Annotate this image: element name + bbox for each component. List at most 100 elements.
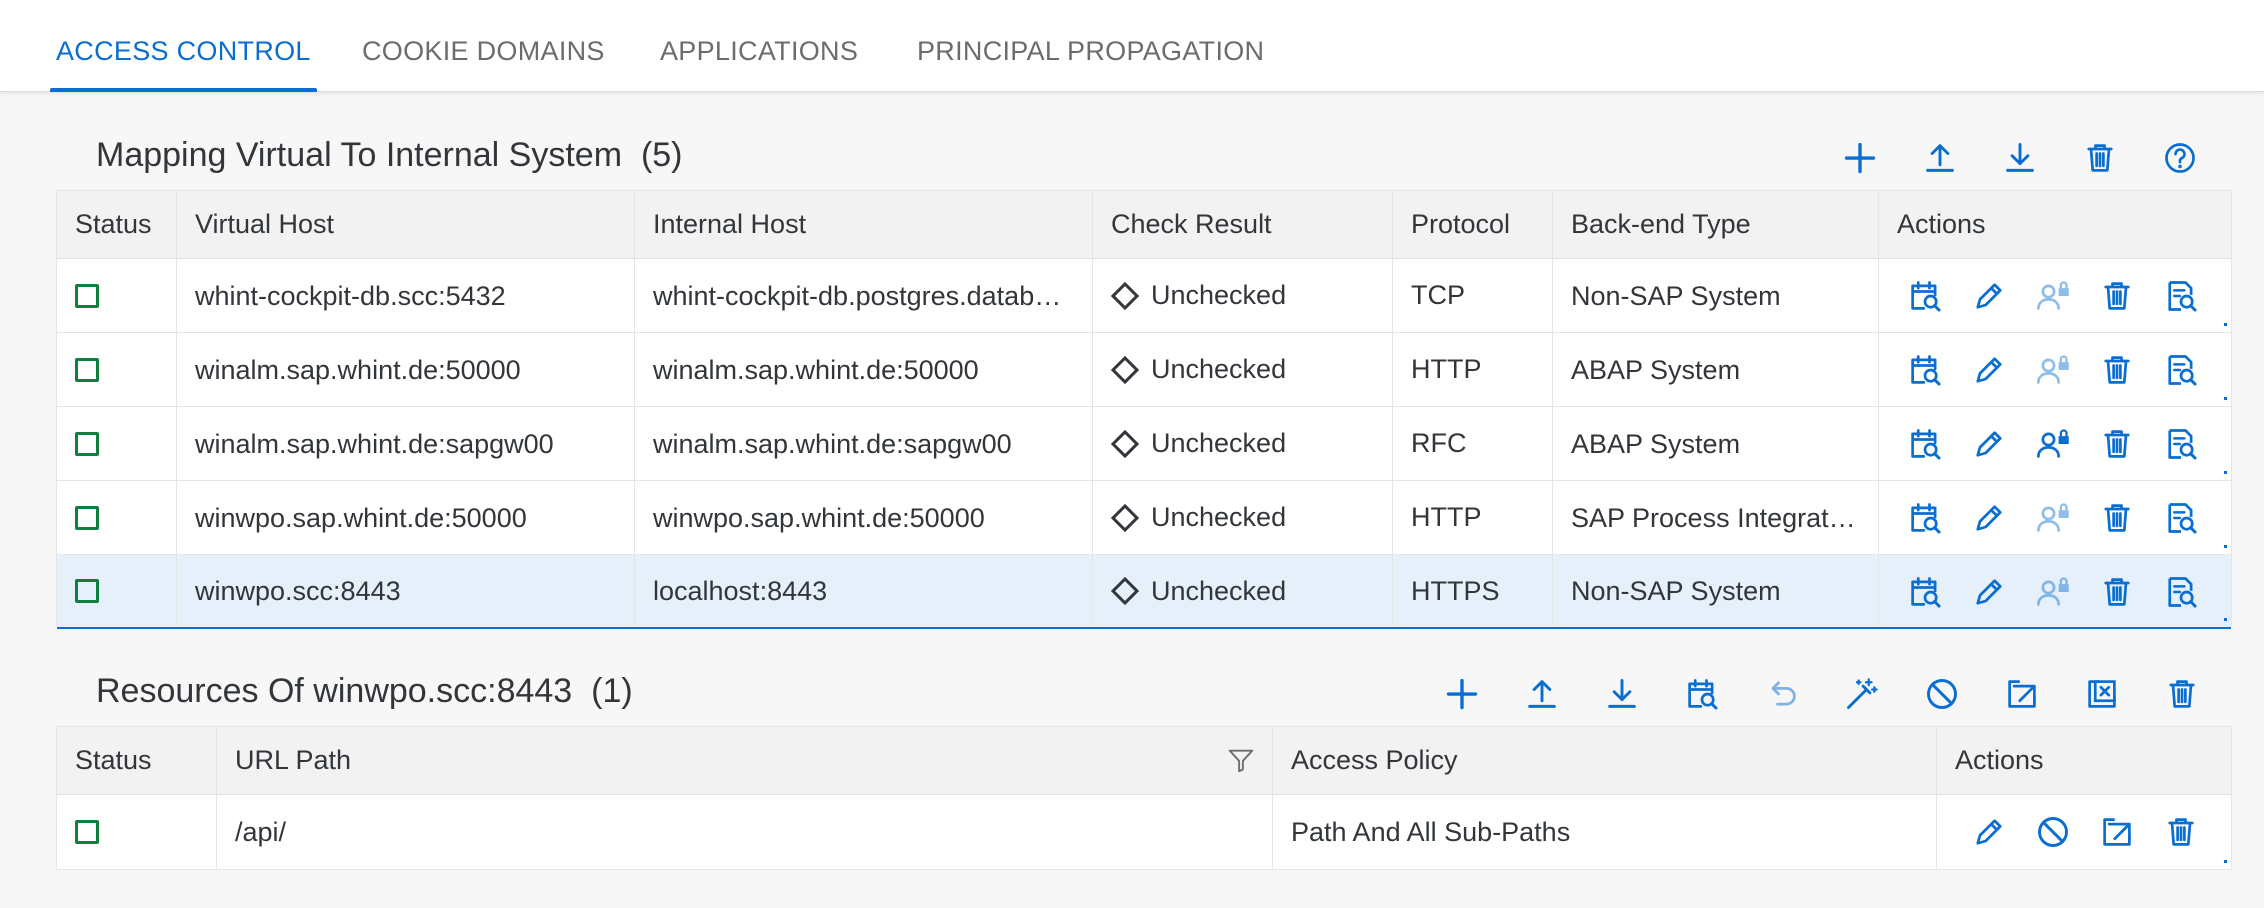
status-ok-icon xyxy=(75,820,99,844)
auto-resource-button[interactable] xyxy=(1838,670,1886,718)
disable-resource-button[interactable] xyxy=(2033,812,2073,852)
virtual-host-text: whint-cockpit-db.scc:5432 xyxy=(195,280,506,311)
help-button[interactable] xyxy=(2156,134,2204,182)
tab-applications[interactable]: APPLICATIONS xyxy=(660,36,858,92)
col-internal-host[interactable]: Internal Host xyxy=(635,191,1093,258)
check-availability-button[interactable] xyxy=(1905,424,1945,464)
open-resource-button[interactable] xyxy=(2097,812,2137,852)
virtual-host-cell: winwpo.sap.whint.de:50000 xyxy=(177,481,635,554)
check-result-text: Unchecked xyxy=(1151,575,1287,606)
col-access-policy[interactable]: Access Policy xyxy=(1273,727,1937,794)
status-cell xyxy=(57,795,217,869)
export-mapping-button[interactable] xyxy=(1996,134,2044,182)
col-check-result[interactable]: Check Result xyxy=(1093,191,1393,258)
disable-icon xyxy=(1924,676,1960,712)
table-row[interactable]: winwpo.scc:8443 localhost:8443 Unchecked HT… xyxy=(57,555,2231,629)
mapping-table-header: Status Virtual Host Internal Host Check … xyxy=(57,191,2231,259)
check-availability-icon xyxy=(1907,352,1943,388)
delete-all-resources-button[interactable] xyxy=(2158,670,2206,718)
edit-mapping-button[interactable] xyxy=(1969,572,2009,612)
principal-lock-icon xyxy=(2035,352,2071,388)
table-row[interactable]: winalm.sap.whint.de:sapgw00 winalm.sap.wh… xyxy=(57,407,2231,481)
delete-icon xyxy=(2099,278,2135,314)
backend-type-cell: Non-SAP System xyxy=(1553,555,1879,627)
add-icon xyxy=(1444,676,1480,712)
principal-lock-icon xyxy=(2035,500,2071,536)
delete-mapping-button[interactable] xyxy=(2097,498,2137,538)
open-external-icon xyxy=(2099,814,2135,850)
import-mapping-button[interactable] xyxy=(1916,134,1964,182)
download-icon xyxy=(2002,140,2038,176)
delete-mapping-button[interactable] xyxy=(2097,276,2137,316)
check-availability-button[interactable] xyxy=(1905,572,1945,612)
edit-icon xyxy=(1971,426,2007,462)
internal-host-text: winwpo.sap.whint.de:50000 xyxy=(653,502,985,533)
inspect-mapping-button[interactable] xyxy=(2161,498,2201,538)
internal-host-text: winalm.sap.whint.de:sapgw00 xyxy=(653,428,1012,459)
edit-mapping-button[interactable] xyxy=(1969,424,2009,464)
table-row[interactable]: whint-cockpit-db.scc:5432 whint-cockpit-d… xyxy=(57,259,2231,333)
delete-resource-button[interactable] xyxy=(2161,812,2201,852)
delete-icon xyxy=(2082,140,2118,176)
inspect-icon xyxy=(2163,574,2199,610)
check-resources-button[interactable] xyxy=(1678,670,1726,718)
col-backend-type[interactable]: Back-end Type xyxy=(1553,191,1879,258)
delete-mapping-button[interactable] xyxy=(2097,424,2137,464)
tab-cookie-domains[interactable]: COOKIE DOMAINS xyxy=(362,36,605,92)
principal-type-button[interactable] xyxy=(2033,350,2073,390)
delete-icon xyxy=(2099,574,2135,610)
delete-all-mappings-button[interactable] xyxy=(2076,134,2124,182)
check-result-cell: Unchecked xyxy=(1093,259,1393,332)
edit-mapping-button[interactable] xyxy=(1969,498,2009,538)
undo-button[interactable] xyxy=(1758,670,1806,718)
close-resources-button[interactable] xyxy=(2078,670,2126,718)
delete-icon xyxy=(2099,500,2135,536)
export-resource-button[interactable] xyxy=(1598,670,1646,718)
import-resource-button[interactable] xyxy=(1518,670,1566,718)
col-actions: Actions xyxy=(1897,209,1986,239)
col-url-path[interactable]: URL Path xyxy=(217,727,1273,794)
url-path-cell: /api/ xyxy=(217,795,1273,869)
principal-type-button[interactable] xyxy=(2033,572,2073,612)
check-availability-icon xyxy=(1907,426,1943,462)
actions-cell xyxy=(1879,555,2231,627)
add-mapping-button[interactable] xyxy=(1836,134,1884,182)
delete-mapping-button[interactable] xyxy=(2097,572,2137,612)
check-availability-button[interactable] xyxy=(1905,350,1945,390)
check-availability-button[interactable] xyxy=(1905,276,1945,316)
table-row[interactable]: winalm.sap.whint.de:50000 winalm.sap.whin… xyxy=(57,333,2231,407)
table-row[interactable]: /api/ Path And All Sub-Paths xyxy=(57,795,2231,869)
table-row[interactable]: winwpo.sap.whint.de:50000 winwpo.sap.whin… xyxy=(57,481,2231,555)
inspect-mapping-button[interactable] xyxy=(2161,276,2201,316)
open-resources-button[interactable] xyxy=(1998,670,2046,718)
col-virtual-host[interactable]: Virtual Host xyxy=(177,191,635,258)
resources-title-text: Resources Of winwpo.scc:8443 xyxy=(96,672,573,710)
status-cell xyxy=(57,481,177,554)
inspect-mapping-button[interactable] xyxy=(2161,572,2201,612)
check-availability-button[interactable] xyxy=(1905,498,1945,538)
principal-type-button[interactable] xyxy=(2033,424,2073,464)
backend-type-text: SAP Process Integrat… xyxy=(1571,502,1856,533)
principal-type-button[interactable] xyxy=(2033,276,2073,316)
filter-icon[interactable] xyxy=(1226,745,1256,775)
tab-access-control[interactable]: ACCESS CONTROL xyxy=(50,36,317,92)
actions-cell xyxy=(1879,259,2231,332)
tab-principal-propagation[interactable]: PRINCIPAL PROPAGATION xyxy=(917,36,1264,92)
inspect-mapping-button[interactable] xyxy=(2161,424,2201,464)
delete-mapping-button[interactable] xyxy=(2097,350,2137,390)
col-url-path-label: URL Path xyxy=(235,745,352,775)
inspect-mapping-button[interactable] xyxy=(2161,350,2201,390)
inspect-resource-button[interactable] xyxy=(2225,812,2231,852)
add-resource-button[interactable] xyxy=(1438,670,1486,718)
col-status: Status xyxy=(57,727,217,794)
virtual-host-cell: winwpo.scc:8443 xyxy=(177,555,635,627)
inspect-icon xyxy=(2163,500,2199,536)
edit-mapping-button[interactable] xyxy=(1969,276,2009,316)
disable-resources-button[interactable] xyxy=(1918,670,1966,718)
internal-host-text: localhost:8443 xyxy=(653,576,828,606)
edit-resource-button[interactable] xyxy=(1969,812,2009,852)
edit-mapping-button[interactable] xyxy=(1969,350,2009,390)
protocol-cell: TCP xyxy=(1393,259,1553,332)
principal-type-button[interactable] xyxy=(2033,498,2073,538)
col-protocol[interactable]: Protocol xyxy=(1393,191,1553,258)
